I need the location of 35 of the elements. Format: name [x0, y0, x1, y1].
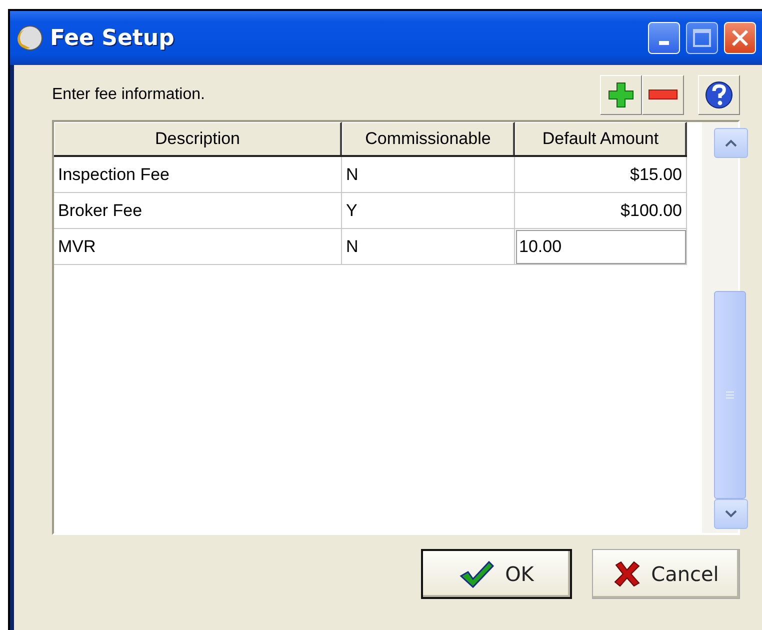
scroll-down-button[interactable] [714, 499, 748, 529]
table-cell: $100.00 [515, 193, 687, 229]
table-cell: N [342, 157, 515, 193]
maximize-icon [693, 29, 711, 47]
app-icon [16, 24, 44, 52]
ok-button[interactable]: OK [421, 549, 572, 599]
table-cell: N [342, 229, 515, 265]
column-header[interactable]: Description [54, 122, 342, 155]
add-button[interactable] [600, 75, 642, 115]
grip-icon [725, 390, 735, 400]
table-cell: Broker Fee [54, 193, 342, 229]
column-header[interactable]: Default Amount [515, 122, 687, 155]
table-cell: Y [342, 193, 515, 229]
scroll-up-button[interactable] [714, 128, 748, 158]
remove-button[interactable] [642, 75, 684, 115]
x-icon [613, 560, 642, 588]
close-button[interactable] [724, 22, 756, 54]
plus-icon [607, 81, 635, 109]
table-cell: MVR [54, 229, 342, 265]
help-icon [704, 80, 734, 110]
checkmark-icon [459, 560, 496, 588]
window-title: Fee Setup [50, 26, 176, 50]
amount-input[interactable]: 10.00 [515, 229, 687, 265]
table-cell: Inspection Fee [54, 157, 342, 193]
scroll-thumb[interactable] [714, 291, 746, 499]
minus-icon [648, 89, 678, 101]
minimize-button[interactable] [648, 22, 680, 54]
column-header[interactable]: Commissionable [342, 122, 515, 155]
table-cell: $15.00 [515, 157, 687, 193]
help-button[interactable] [698, 75, 740, 115]
instruction-text: Enter fee information. [52, 86, 206, 104]
close-icon [730, 28, 750, 48]
maximize-button[interactable] [686, 22, 718, 54]
cancel-button[interactable]: Cancel [592, 549, 740, 599]
minimize-icon [659, 41, 669, 45]
